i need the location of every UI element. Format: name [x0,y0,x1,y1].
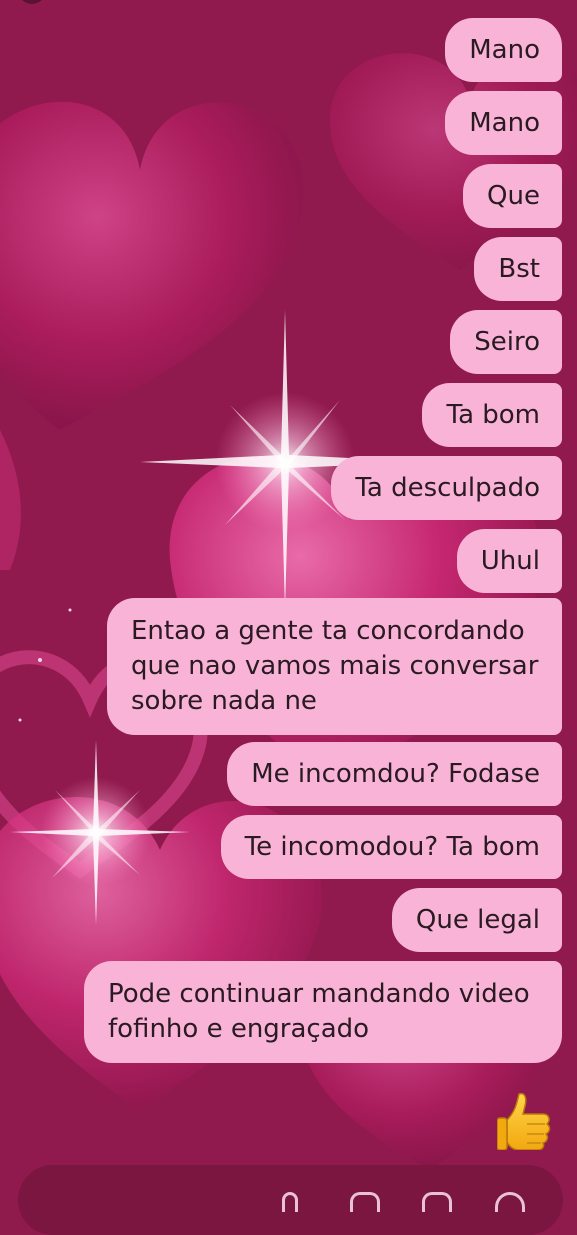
message-bubble[interactable]: Te incomodou? Ta bom [220,815,562,879]
message-list[interactable]: Mano Mano Que Bst Seiro Ta bom Ta descul… [0,0,577,1200]
message-bubble[interactable]: Que legal [391,888,562,952]
message-bubble[interactable]: Que [463,164,562,228]
message-bubble[interactable]: Seiro [450,310,562,374]
sticker-icon[interactable] [422,1192,452,1212]
message-bubble[interactable]: Pode continuar mandando video fofinho e … [84,961,562,1063]
message-bubble[interactable]: Uhul [456,529,562,593]
message-bubble[interactable]: Bst [474,237,562,301]
thumbs-up-icon[interactable] [497,1090,553,1150]
image-icon[interactable] [350,1192,380,1212]
message-bubble[interactable]: Ta bom [422,383,562,447]
message-bubble[interactable]: Entao a gente ta concordando que nao vam… [107,598,562,735]
microphone-icon[interactable] [282,1192,298,1212]
message-bubble[interactable]: Mano [445,91,562,155]
message-bubble[interactable]: Me incomdou? Fodase [227,742,562,806]
message-bubble[interactable]: Mano [445,18,562,82]
message-bubble[interactable]: Ta desculpado [331,456,562,520]
